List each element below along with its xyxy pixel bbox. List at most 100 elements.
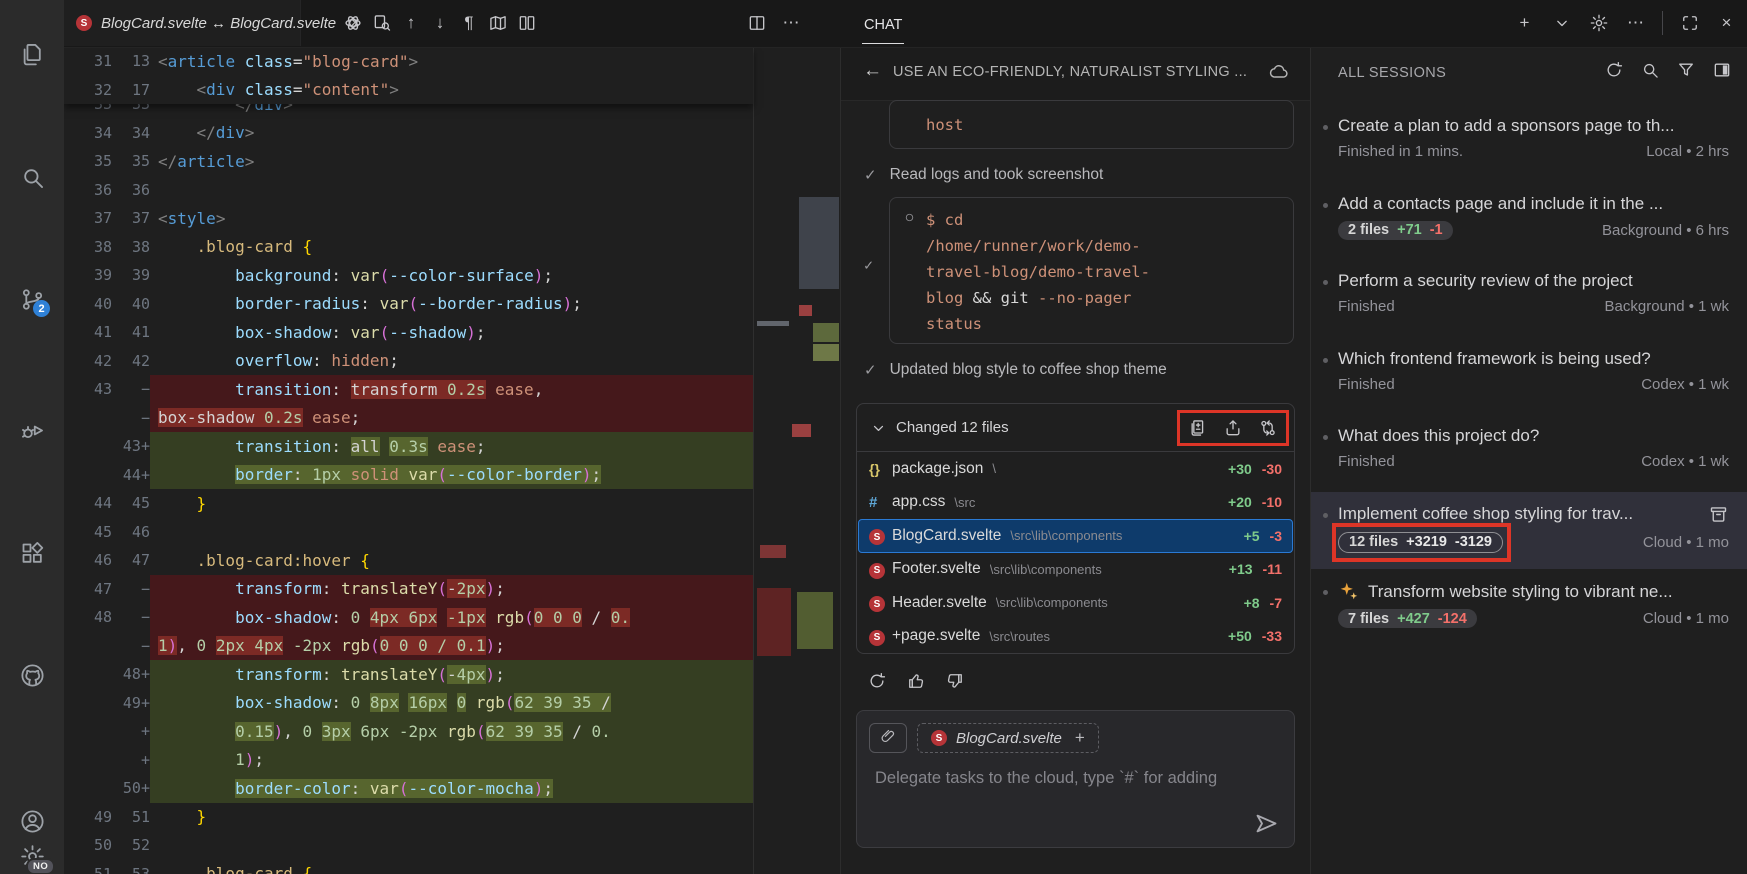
session-item[interactable]: Which frontend framework is being used?F…: [1311, 337, 1747, 415]
session-item[interactable]: Create a plan to add a sponsors page to …: [1311, 104, 1747, 182]
chat-input-placeholder[interactable]: Delegate tasks to the cloud, type `#` fo…: [875, 769, 1282, 788]
minimap-block: [813, 344, 839, 361]
archive-icon[interactable]: [1708, 504, 1729, 525]
session-dot: [1323, 513, 1328, 518]
session-item[interactable]: Transform website styling to vibrant ne.…: [1311, 569, 1747, 647]
context-chip[interactable]: S BlogCard.svelte +: [917, 723, 1099, 753]
columns-button[interactable]: [515, 11, 539, 35]
diff-line: 4141 box-shadow: var(--shadow);: [64, 318, 753, 347]
refresh-button[interactable]: [866, 670, 888, 692]
changed-file-row[interactable]: SFooter.svelte\src\lib\components+13-11: [858, 553, 1293, 587]
scm-badge: 2: [33, 300, 50, 317]
session-title: Add a contacts page and include it in th…: [1338, 194, 1729, 214]
activity-run-and-debug[interactable]: [0, 415, 64, 445]
changed-file-row[interactable]: SHeader.svelte\src\lib\components+8-7: [858, 586, 1293, 620]
diff-line: 4040 border-radius: var(--border-radius)…: [64, 290, 753, 319]
search-button[interactable]: [1639, 59, 1660, 80]
diff-line: 43+ transition: all 0.3s ease;: [64, 432, 753, 461]
close-button[interactable]: ×: [1716, 13, 1737, 34]
diff-line: 44+ border: 1px solid var(--color-border…: [64, 461, 753, 490]
debug-icon: [19, 417, 46, 444]
sessions-panel: ALL SESSIONS Create a plan to add a spon…: [1310, 47, 1747, 874]
filter-button[interactable]: [1675, 59, 1696, 80]
diff-stat-badge: 7 files+427-124: [1338, 609, 1477, 628]
apply-button[interactable]: [1222, 417, 1243, 438]
session-item[interactable]: Implement coffee shop styling for trav..…: [1311, 492, 1747, 570]
diff-lines: 3333 </div>3434 </div>3535</article>3636…: [64, 47, 840, 874]
changed-file-row[interactable]: S+page.svelte\src\routes+50-33: [858, 620, 1293, 654]
attach-button[interactable]: [869, 723, 907, 753]
chat-panel-tab[interactable]: CHAT: [862, 0, 904, 46]
editor-tab[interactable]: S BlogCard.svelte ↔ BlogCard.svelte ×: [64, 0, 301, 46]
session-item[interactable]: Add a contacts page and include it in th…: [1311, 182, 1747, 260]
changed-file-row[interactable]: #app.css\src+20-10: [858, 486, 1293, 520]
diff-line: 47− transform: translateY(-2px);: [64, 575, 753, 604]
changed-files-header[interactable]: Changed 12 files: [857, 404, 1294, 452]
activity-github[interactable]: [0, 660, 64, 690]
new-button[interactable]: +: [1514, 13, 1535, 34]
changed-file-row[interactable]: SBlogCard.svelte\src\lib\components+5-3: [858, 519, 1293, 553]
session-item[interactable]: What does this project do?FinishedCodex …: [1311, 414, 1747, 492]
svelte-file-icon: S: [76, 15, 92, 31]
next-change-button[interactable]: ↓: [428, 11, 452, 35]
send-icon[interactable]: [1253, 810, 1280, 837]
code-block-partial: host: [889, 100, 1294, 149]
diff-line: 49+ box-shadow: 0 8px 16px 0 rgb(62 39 3…: [64, 689, 753, 718]
session-meta: Codex • 1 wk: [1641, 453, 1729, 470]
restore-button[interactable]: [1679, 13, 1700, 34]
session-meta: Background • 1 wk: [1605, 298, 1729, 315]
chat-input[interactable]: S BlogCard.svelte + Delegate tasks to th…: [856, 710, 1295, 848]
codex-button[interactable]: [341, 11, 365, 35]
changed-files-actions: [1187, 417, 1278, 438]
map-button[interactable]: [486, 11, 510, 35]
step-label: Read logs and took screenshot: [890, 166, 1104, 184]
step-label: Updated blog style to coffee shop theme: [890, 361, 1167, 379]
activity-manage-settings[interactable]: NO: [0, 841, 64, 871]
minimap-block: [757, 321, 789, 326]
activity-search[interactable]: [0, 162, 64, 192]
session-dot: [1323, 358, 1328, 363]
preview-button[interactable]: [370, 11, 394, 35]
editor-actions-left: ↑↓¶: [341, 0, 539, 46]
thumb-down-button[interactable]: [944, 670, 966, 692]
files-icon: [19, 41, 46, 68]
session-title: What does this project do?: [1338, 426, 1729, 446]
chev-button[interactable]: [1551, 13, 1572, 34]
check-icon: ✓: [864, 166, 877, 184]
diff-stat-badge: 12 files+3219-3129: [1338, 532, 1503, 553]
layout-button[interactable]: [1711, 59, 1732, 80]
refresh-button[interactable]: [1603, 59, 1624, 80]
more-button[interactable]: ⋯: [1625, 13, 1646, 34]
changed-files-label: Changed 12 files: [896, 419, 1009, 436]
thumb-up-button[interactable]: [905, 670, 927, 692]
chevron-down-icon[interactable]: [869, 418, 888, 437]
svelte-file-icon: S: [931, 730, 947, 746]
split-button[interactable]: [745, 11, 769, 35]
session-status: Finished in 1 mins.: [1338, 143, 1463, 160]
gear-button[interactable]: [1588, 13, 1609, 34]
add-doc-button[interactable]: [1187, 417, 1208, 438]
svelte-file-icon: S: [869, 527, 892, 546]
session-item[interactable]: Perform a security review of the project…: [1311, 259, 1747, 337]
diff-editor[interactable]: 3333 </div>3434 </div>3535</article>3636…: [64, 47, 840, 874]
activity-accounts[interactable]: [0, 806, 64, 836]
changed-file-row[interactable]: {}package.json\+30-30: [858, 452, 1293, 486]
more-button[interactable]: ⋯: [779, 11, 803, 35]
prev-change-button[interactable]: ↑: [399, 11, 423, 35]
session-title: Create a plan to add a sponsors page to …: [1338, 116, 1729, 136]
diff-line: 50+ border-color: var(--color-mocha);: [64, 774, 753, 803]
whitespace-button[interactable]: ¶: [457, 11, 481, 35]
diff-line: 3737<style>: [64, 204, 753, 233]
add-context-icon[interactable]: +: [1075, 728, 1085, 748]
session-dot: [1323, 280, 1328, 285]
minimap-block: [813, 323, 839, 342]
activity-explorer[interactable]: [0, 39, 64, 69]
activity-extensions[interactable]: [0, 538, 64, 568]
compare-button[interactable]: [1257, 417, 1278, 438]
minimap[interactable]: [755, 47, 840, 874]
command-line: status: [926, 311, 1293, 337]
back-icon[interactable]: ←: [863, 60, 882, 82]
activity-source-control[interactable]: 2: [0, 284, 64, 314]
session-meta: Local • 2 hrs: [1646, 143, 1729, 160]
session-meta: Cloud • 1 mo: [1643, 534, 1729, 551]
